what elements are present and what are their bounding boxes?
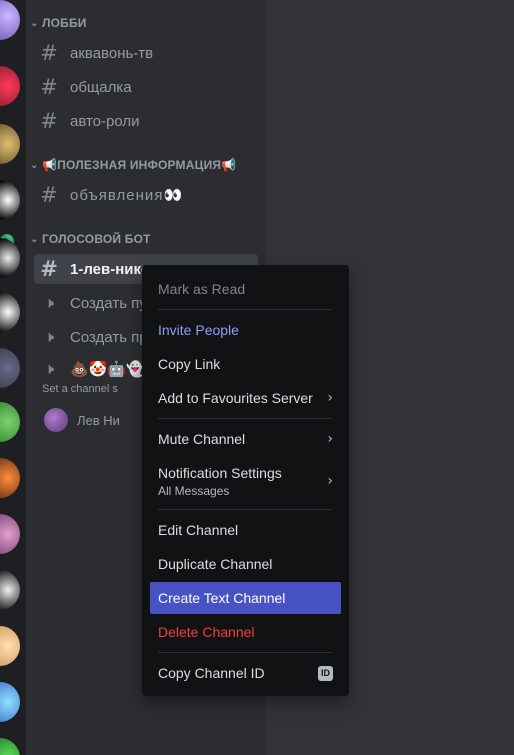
menu-sublabel: All Messages xyxy=(158,483,230,498)
menu-label: Add to Favourites Server xyxy=(158,390,313,406)
channel-obyavleniya[interactable]: # объявления👀 xyxy=(34,180,258,210)
hash-icon: # xyxy=(40,41,58,65)
server-icon[interactable] xyxy=(0,124,20,164)
menu-notification-settings[interactable]: Notification Settings All Messages › xyxy=(150,459,341,503)
avatar xyxy=(44,408,68,432)
id-icon: ID xyxy=(318,665,333,681)
menu-mute-channel[interactable]: Mute Channel › xyxy=(150,423,341,455)
menu-mark-as-read[interactable]: Mark as Read xyxy=(150,273,341,305)
channel-label: Создать пу xyxy=(70,294,147,312)
menu-duplicate-channel[interactable]: Duplicate Channel xyxy=(150,548,341,580)
chevron-down-icon: ⌄ xyxy=(30,159,39,171)
voice-icon: 🕨 xyxy=(43,359,55,378)
channel-avto-roli[interactable]: # авто-роли xyxy=(34,106,258,136)
menu-label: Create Text Channel xyxy=(158,590,286,606)
menu-create-text-channel[interactable]: Create Text Channel xyxy=(150,582,341,614)
channel-label: авто-роли xyxy=(70,112,140,130)
server-icon[interactable] xyxy=(0,626,20,666)
voice-user-name: Лев Ни xyxy=(77,412,120,428)
hash-icon: # xyxy=(40,257,58,281)
channel-obshchalka[interactable]: # общалка xyxy=(34,72,258,102)
channel-label: объявления👀 xyxy=(70,187,184,204)
channel-label: Создать пр xyxy=(70,328,148,346)
channel-akvavon-tv[interactable]: # аквавонь-тв xyxy=(34,38,258,68)
server-icon[interactable] xyxy=(0,682,20,722)
voice-user[interactable]: Лев Ни xyxy=(44,408,120,432)
menu-delete-channel[interactable]: Delete Channel xyxy=(150,616,341,648)
menu-add-to-favourites[interactable]: Add to Favourites Server › xyxy=(150,382,341,414)
server-icon[interactable] xyxy=(0,238,20,278)
channel-label: 1-лев-нико xyxy=(70,260,150,278)
menu-label: Mark as Read xyxy=(158,281,246,297)
category-label: ГОЛОСОВОЙ БОТ xyxy=(42,232,151,246)
channel-context-menu: Mark as Read Invite People Copy Link Add… xyxy=(142,265,349,696)
menu-label: Copy Channel ID xyxy=(158,665,265,681)
hash-icon: # xyxy=(40,183,58,207)
server-icon[interactable] xyxy=(0,0,20,40)
server-icon[interactable] xyxy=(0,570,20,610)
chevron-down-icon: ⌄ xyxy=(30,17,39,29)
category-lobby[interactable]: ⌄ ЛОББИ xyxy=(30,14,87,32)
server-rail: 🔊 xyxy=(0,0,26,755)
menu-label: Delete Channel xyxy=(158,624,255,640)
voice-icon: 🕨 xyxy=(43,293,55,312)
chevron-down-icon: ⌄ xyxy=(30,233,39,245)
menu-divider xyxy=(158,418,333,419)
server-icon[interactable] xyxy=(0,348,20,388)
menu-invite-people[interactable]: Invite People xyxy=(150,314,341,346)
menu-label: Notification Settings xyxy=(158,464,282,481)
category-label: 📢ПОЛЕЗНАЯ ИНФОРМАЦИЯ📢 xyxy=(42,158,237,172)
server-icon[interactable] xyxy=(0,738,20,755)
category-voice-bot[interactable]: ⌄ ГОЛОСОВОЙ БОТ xyxy=(30,230,151,248)
hash-icon: # xyxy=(40,109,58,133)
menu-label: Invite People xyxy=(158,322,239,338)
menu-label: Edit Channel xyxy=(158,522,239,538)
server-icon[interactable] xyxy=(0,180,20,220)
chevron-right-icon: › xyxy=(327,473,333,489)
chevron-right-icon: › xyxy=(327,431,333,447)
channel-label: аквавонь-тв xyxy=(70,44,154,62)
menu-divider xyxy=(158,309,333,310)
menu-copy-link[interactable]: Copy Link xyxy=(150,348,341,380)
menu-label: Mute Channel xyxy=(158,431,246,447)
menu-label: Copy Link xyxy=(158,356,221,372)
server-icon[interactable] xyxy=(0,292,20,332)
category-label: ЛОББИ xyxy=(42,16,87,30)
server-icon[interactable] xyxy=(0,514,20,554)
voice-icon: 🕨 xyxy=(43,327,55,346)
menu-label: Duplicate Channel xyxy=(158,556,273,572)
menu-edit-channel[interactable]: Edit Channel xyxy=(150,514,341,546)
menu-divider xyxy=(158,509,333,510)
server-icon[interactable] xyxy=(0,402,20,442)
menu-label-group: Notification Settings All Messages xyxy=(158,465,282,498)
server-icon[interactable] xyxy=(0,458,20,498)
hash-icon: # xyxy=(40,75,58,99)
voice-status-text[interactable]: Set a channel s xyxy=(42,383,118,395)
menu-divider xyxy=(158,652,333,653)
chevron-right-icon: › xyxy=(327,390,333,406)
channel-label: 💩🤡🤖👻 xyxy=(70,361,145,378)
category-useful-info[interactable]: ⌄ 📢ПОЛЕЗНАЯ ИНФОРМАЦИЯ📢 xyxy=(30,156,236,174)
channel-label: общалка xyxy=(70,78,132,96)
menu-copy-channel-id[interactable]: Copy Channel ID ID xyxy=(150,657,341,689)
server-icon[interactable] xyxy=(0,66,20,106)
